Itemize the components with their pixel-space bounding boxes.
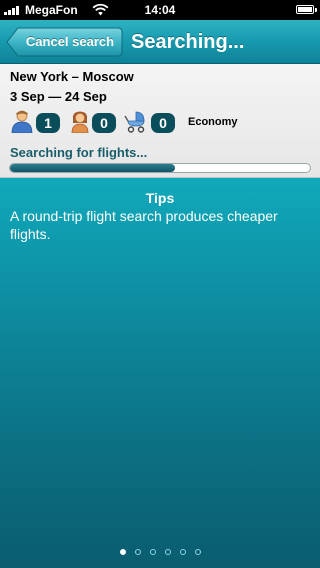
status-bar: MegaFon 14:04 bbox=[0, 0, 320, 20]
page-dot[interactable] bbox=[149, 549, 156, 555]
adult-icon bbox=[11, 110, 33, 133]
battery-tip bbox=[315, 8, 317, 12]
tips-title: Tips bbox=[145, 190, 175, 206]
page-title: Searching... bbox=[131, 31, 245, 53]
cancel-search-label: Cancel search bbox=[25, 34, 115, 49]
search-summary-panel: New York – Moscow 3 Sep — 24 Sep 1 0 0 E… bbox=[0, 64, 320, 178]
navigation-bar: Cancel search Searching... bbox=[0, 20, 320, 64]
page-dot[interactable] bbox=[179, 549, 186, 555]
stroller-icon bbox=[124, 111, 145, 133]
adult-count: 1 bbox=[36, 113, 60, 133]
cancel-search-button[interactable]: Cancel search bbox=[6, 27, 123, 57]
child-icon bbox=[71, 111, 89, 133]
child-passengers: 0 bbox=[68, 109, 118, 135]
clock: 14:04 bbox=[144, 3, 176, 17]
page-indicator[interactable] bbox=[0, 549, 320, 555]
route-text: New York – Moscow bbox=[10, 69, 134, 84]
cabin-class: Economy bbox=[188, 116, 238, 128]
page-dot[interactable] bbox=[194, 549, 201, 555]
progress-label: Searching for flights... bbox=[10, 145, 148, 160]
search-progress-fill bbox=[10, 164, 175, 172]
tips-text: A round-trip flight search produces chea… bbox=[10, 208, 278, 242]
page-dot[interactable] bbox=[119, 549, 126, 555]
search-progress-bar bbox=[9, 163, 311, 173]
page-dot[interactable] bbox=[164, 549, 171, 555]
page-dot[interactable] bbox=[134, 549, 141, 555]
infant-count: 0 bbox=[151, 113, 175, 133]
tips-area[interactable]: Tips A round-trip flight search produces… bbox=[0, 178, 320, 568]
battery-icon bbox=[296, 5, 314, 14]
child-count: 0 bbox=[92, 113, 116, 133]
infant-passengers: 0 bbox=[124, 109, 176, 135]
dates-text: 3 Sep — 24 Sep bbox=[10, 89, 107, 104]
adult-passengers: 1 bbox=[10, 109, 62, 135]
